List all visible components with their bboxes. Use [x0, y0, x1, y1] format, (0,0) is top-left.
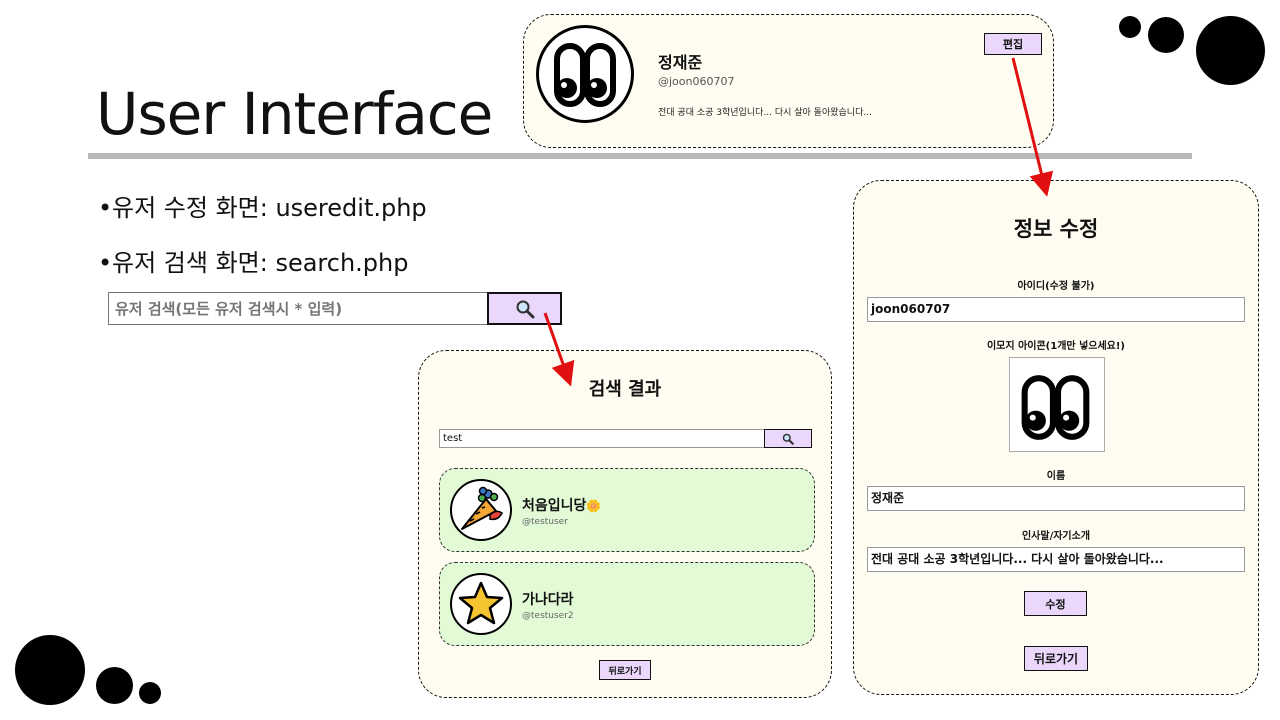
magnifier-icon [516, 300, 534, 318]
result-handle: @testuser2 [522, 611, 574, 621]
emoji-label: 이모지 아이콘(1개만 넣으세요!) [986, 341, 1126, 352]
result-name: 가나다라 [522, 592, 574, 608]
search-results-panel: 검색 결과 test 처음입니당🌼 @testuser 가나다라 @testus… [418, 350, 832, 698]
edit-profile-button[interactable]: 편집 [984, 33, 1042, 55]
back-button[interactable]: 뒤로가기 [1024, 646, 1088, 671]
profile-handle: @joon060707 [658, 75, 735, 88]
profile-bio: 전대 공대 소공 3학년입니다... 다시 살아 돌아왔습니다... [658, 108, 872, 118]
bullet-item: •유저 수정 화면: useredit.php [98, 194, 427, 222]
user-search-input[interactable] [108, 292, 488, 325]
title-divider [88, 153, 1192, 159]
edit-profile-panel: 정보 수정 아이디(수정 불가) joon060707 이모지 아이콘(1개만 … [853, 180, 1259, 695]
profile-card: 정재준 @joon060707 전대 공대 소공 3학년입니다... 다시 살아… [523, 14, 1054, 148]
bio-label: 인사말/자기소개 [1021, 531, 1091, 542]
result-name: 처음입니당🌼 [522, 498, 602, 514]
search-results-title: 검색 결과 [588, 379, 662, 400]
bullet-item: •유저 검색 화면: search.php [98, 249, 409, 277]
carrot-emoji-icon [450, 479, 512, 541]
name-label: 이름 [1046, 471, 1066, 482]
decor-dot [1119, 16, 1141, 38]
decor-dot [139, 682, 161, 704]
result-handle: @testuser [522, 517, 568, 527]
id-label: 아이디(수정 불가) [1017, 281, 1095, 292]
search-button[interactable] [764, 429, 812, 448]
eyes-emoji-icon [536, 25, 634, 123]
flower-emoji-icon: 🌼 [586, 499, 602, 513]
bio-field[interactable]: 전대 공대 소공 3학년입니다... 다시 살아 돌아왔습니다... [867, 547, 1245, 572]
back-button[interactable]: 뒤로가기 [599, 660, 651, 680]
id-field[interactable]: joon060707 [867, 297, 1245, 322]
decor-dot [96, 667, 133, 704]
profile-name: 정재준 [658, 53, 703, 72]
bullet-text: 유저 수정 화면: useredit.php [112, 194, 427, 222]
edit-title: 정보 수정 [1013, 217, 1099, 241]
magnifier-icon [782, 433, 794, 445]
search-result-card[interactable]: 처음입니당🌼 @testuser [439, 468, 815, 552]
search-button[interactable] [487, 292, 562, 325]
bullet-text: 유저 검색 화면: search.php [112, 249, 409, 277]
slide-title: User Interface [96, 80, 493, 148]
decor-dot [1148, 17, 1184, 53]
search-result-card[interactable]: 가나다라 @testuser2 [439, 562, 815, 646]
search-query-input[interactable]: test [439, 429, 765, 448]
emoji-input[interactable] [1009, 357, 1105, 452]
name-field[interactable]: 정재준 [867, 486, 1245, 511]
decor-dot [15, 635, 85, 705]
decor-dot [1196, 16, 1265, 85]
eyes-emoji-icon [1021, 375, 1090, 440]
star-emoji-icon [450, 573, 512, 635]
submit-button[interactable]: 수정 [1024, 591, 1087, 616]
